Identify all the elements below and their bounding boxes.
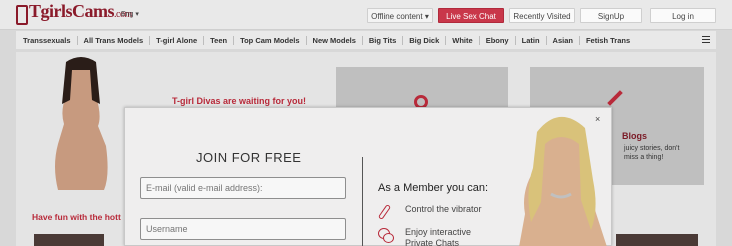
blogs-title: Blogs bbox=[622, 131, 648, 141]
category-teen[interactable]: Teen bbox=[204, 35, 235, 45]
menu-list-icon[interactable] bbox=[702, 36, 710, 43]
modal-title: JOIN FOR FREE bbox=[196, 150, 302, 165]
benefit-item: Enjoy interactive Private Chats bbox=[378, 227, 471, 246]
category-top-cam-models[interactable]: Top Cam Models bbox=[234, 35, 307, 45]
username-field[interactable] bbox=[140, 218, 346, 240]
category-big-tits[interactable]: Big Tits bbox=[363, 35, 404, 45]
chat-icon bbox=[378, 227, 396, 245]
logo-mark bbox=[16, 5, 28, 25]
category-transsexuals[interactable]: Transsexuals bbox=[23, 35, 78, 45]
offline-content-dropdown[interactable]: Offline content ▾ bbox=[367, 8, 433, 23]
model-image bbox=[55, 57, 108, 190]
model-thumbnail[interactable] bbox=[34, 234, 104, 246]
category-new-models[interactable]: New Models bbox=[307, 35, 363, 45]
model-thumbnail[interactable] bbox=[616, 234, 698, 246]
category-fetish-trans[interactable]: Fetish Trans bbox=[580, 36, 636, 45]
category-ebony[interactable]: Ebony bbox=[480, 35, 516, 45]
language-selector[interactable]: Eng ▾ bbox=[121, 10, 139, 18]
category-all-trans-models[interactable]: All Trans Models bbox=[78, 35, 151, 45]
signup-button[interactable]: SignUp bbox=[580, 8, 642, 23]
category-latin[interactable]: Latin bbox=[516, 35, 547, 45]
live-sex-chat-button[interactable]: Live Sex Chat bbox=[438, 8, 504, 23]
vibrator-icon bbox=[377, 204, 396, 222]
promo-text: T-girl Divas are waiting for you! bbox=[172, 96, 307, 106]
recently-visited-button[interactable]: Recently Visited bbox=[509, 8, 575, 23]
category-tgirl-alone[interactable]: T-girl Alone bbox=[150, 35, 205, 45]
category-nav: Transsexuals All Trans Models T-girl Alo… bbox=[16, 31, 716, 49]
benefit-label: Control the vibrator bbox=[405, 204, 482, 214]
category-white[interactable]: White bbox=[446, 35, 480, 45]
benefit-label: Enjoy interactive Private Chats bbox=[405, 227, 472, 246]
category-asian[interactable]: Asian bbox=[547, 35, 580, 45]
email-field[interactable] bbox=[140, 177, 346, 199]
benefit-item: Control the vibrator bbox=[377, 204, 482, 222]
login-button[interactable]: Log in bbox=[650, 8, 716, 23]
member-heading: As a Member you can: bbox=[378, 182, 489, 194]
top-bar: TgirlsCams.com Eng ▾ Offline content ▾ L… bbox=[0, 0, 732, 30]
logo-text: TgirlsCams.com bbox=[29, 1, 132, 21]
category-big-dick[interactable]: Big Dick bbox=[403, 35, 447, 45]
join-modal: × JOIN FOR FREE As a Member you can: Con… bbox=[124, 107, 612, 246]
modal-divider bbox=[362, 157, 363, 246]
site-logo[interactable]: TgirlsCams.com bbox=[16, 1, 132, 25]
model-image bbox=[519, 116, 607, 246]
blogs-text: juicy stories, don't miss a thing! bbox=[624, 145, 680, 161]
have-fun-heading: Have fun with the hott bbox=[32, 212, 121, 222]
